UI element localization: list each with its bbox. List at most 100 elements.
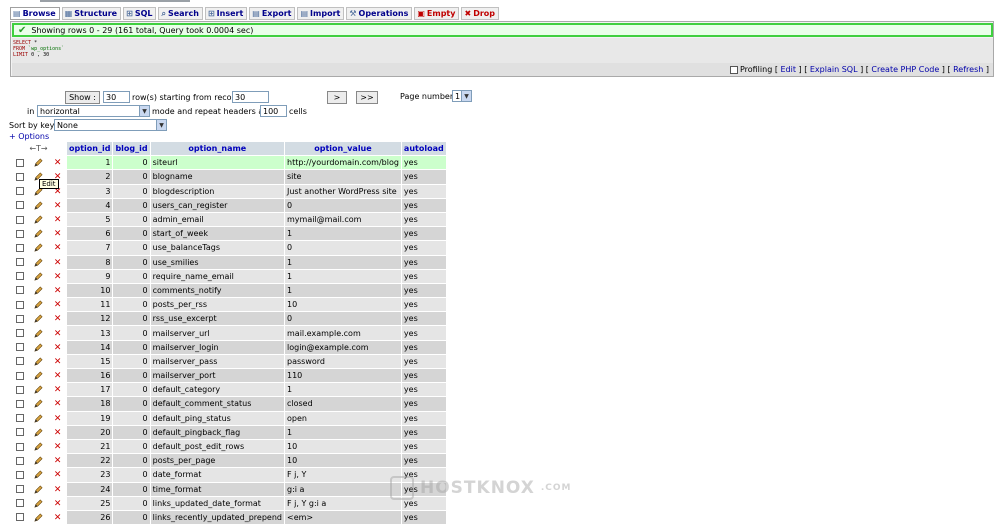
row-checkbox[interactable] (15, 442, 24, 451)
table-row[interactable]: ✕ 21 0 default_post_edit_rows 10 yes (11, 439, 446, 454)
table-row[interactable]: ✕ 26 0 links_recently_updated_prepend <em> ye… (11, 510, 446, 525)
tab-browse[interactable]: ▤ Browse (10, 7, 60, 20)
repeat-headers-input[interactable]: 100 (260, 105, 287, 117)
pencil-icon[interactable] (34, 499, 43, 508)
row-checkbox[interactable] (15, 513, 24, 522)
column-nav-arrows[interactable]: ←T→ (11, 142, 66, 156)
tab-export[interactable]: ▤ Export (249, 7, 296, 20)
table-row[interactable]: ✕ 14 0 mailserver_login login@example.com yes (11, 340, 446, 354)
delete-icon[interactable]: ✕ (54, 442, 62, 452)
row-checkbox[interactable] (15, 215, 24, 224)
row-checkbox[interactable] (15, 314, 24, 323)
row-checkbox[interactable] (15, 343, 24, 352)
delete-icon[interactable]: ✕ (54, 215, 62, 225)
row-checkbox[interactable] (15, 485, 24, 494)
table-row[interactable]: ✕ 9 0 require_name_email 1 yes (11, 269, 446, 283)
table-row[interactable]: ✕ 13 0 mailserver_url mail.example.com yes (11, 326, 446, 340)
table-row[interactable]: ✕ 8 0 use_smilies 1 yes (11, 255, 446, 269)
row-checkbox[interactable] (15, 385, 24, 394)
pencil-icon[interactable] (34, 456, 43, 465)
pencil-icon[interactable] (34, 328, 43, 338)
delete-icon[interactable]: ✕ (54, 428, 62, 438)
table-row[interactable]: ✕ 3 0 blogdescription Just another WordPress… (11, 184, 446, 198)
pencil-icon[interactable] (34, 371, 43, 380)
table-row[interactable]: ✕ 11 0 posts_per_rss 10 yes (11, 298, 446, 312)
pencil-icon[interactable] (34, 399, 43, 409)
row-checkbox[interactable] (15, 357, 24, 366)
table-row[interactable]: ✕ 17 0 default_category 1 yes (11, 383, 446, 397)
refresh-link[interactable]: Refresh (953, 65, 983, 74)
row-checkbox[interactable] (15, 158, 24, 167)
tab-operations[interactable]: ⚒ Operations (346, 7, 413, 20)
table-row[interactable]: ✕ 16 0 mailserver_port 110 yes (11, 369, 446, 383)
table-row[interactable]: ✕ 15 0 mailserver_pass password yes (11, 354, 446, 368)
table-row[interactable]: ✕ 6 0 start_of_week 1 yes (11, 227, 446, 241)
delete-icon[interactable]: ✕ (54, 371, 62, 381)
delete-icon[interactable]: ✕ (54, 470, 62, 480)
row-checkbox[interactable] (15, 258, 24, 267)
delete-icon[interactable]: ✕ (54, 258, 62, 268)
pencil-icon[interactable] (34, 314, 43, 323)
pencil-icon[interactable] (34, 385, 43, 394)
delete-icon[interactable]: ✕ (54, 485, 62, 495)
pencil-icon[interactable] (34, 229, 43, 238)
profiling-checkbox[interactable] (729, 65, 738, 74)
row-checkbox[interactable] (15, 229, 24, 238)
start-record-input[interactable]: 30 (232, 91, 269, 103)
sort-key-select[interactable]: None ▼ (54, 119, 167, 131)
options-link[interactable]: + Options (9, 132, 49, 141)
row-checkbox[interactable] (15, 272, 24, 281)
row-checkbox[interactable] (15, 286, 24, 295)
pencil-icon[interactable] (34, 357, 43, 366)
pencil-icon[interactable] (34, 215, 43, 224)
delete-icon[interactable]: ✕ (54, 385, 62, 395)
table-row[interactable]: ✕ 12 0 rss_use_excerpt 0 yes (11, 312, 446, 326)
tab-sql[interactable]: ⊞ SQL (123, 7, 157, 20)
header-option-value[interactable]: option_value (285, 142, 401, 156)
pencil-icon[interactable] (34, 158, 43, 167)
tab-import[interactable]: ▤ Import (297, 7, 345, 20)
rows-count-input[interactable]: 30 (103, 91, 130, 103)
delete-icon[interactable]: ✕ (54, 357, 62, 367)
table-row[interactable]: ✕ 5 0 admin_email mymail@mail.com yes (11, 212, 446, 227)
delete-icon[interactable]: ✕ (54, 158, 62, 168)
table-row[interactable]: ✕ 7 0 use_balanceTags 0 yes (11, 241, 446, 255)
row-checkbox[interactable] (15, 187, 24, 196)
row-checkbox[interactable] (15, 399, 24, 408)
display-mode-select[interactable]: horizontal ▼ (37, 105, 150, 117)
pencil-icon[interactable] (34, 201, 43, 210)
row-checkbox[interactable] (15, 414, 24, 423)
row-checkbox[interactable] (15, 201, 24, 210)
row-checkbox[interactable] (15, 371, 24, 380)
table-row[interactable]: ✕ 1 0 siteurl http://yourdomain.com/blog yes (11, 156, 446, 170)
last-page-button[interactable]: >> (356, 91, 378, 104)
table-row[interactable]: ✕ 19 0 default_ping_status open yes (11, 411, 446, 425)
tab-insert[interactable]: ⊞ Insert (204, 7, 248, 20)
table-row[interactable]: ✕ 4 0 users_can_register 0 yes (11, 198, 446, 212)
pencil-icon[interactable] (34, 470, 43, 480)
pencil-icon[interactable] (34, 428, 43, 437)
header-blog-id[interactable]: blog_id (113, 142, 150, 156)
pencil-icon[interactable] (34, 442, 43, 451)
delete-icon[interactable]: ✕ (54, 513, 62, 523)
row-checkbox[interactable] (15, 172, 24, 181)
next-page-button[interactable]: > (327, 91, 347, 104)
tab-drop[interactable]: ✖ Drop (461, 7, 499, 20)
tab-empty[interactable]: ▣ Empty (414, 7, 460, 20)
header-option-name[interactable]: option_name (150, 142, 284, 156)
header-option-id[interactable]: option_id (67, 142, 113, 156)
table-row[interactable]: ✕ 20 0 default_pingback_flag 1 yes (11, 425, 446, 439)
delete-icon[interactable]: ✕ (54, 329, 62, 339)
pencil-icon[interactable] (34, 414, 43, 423)
row-checkbox[interactable] (15, 300, 24, 309)
table-row[interactable]: ✕ 10 0 comments_notify 1 yes (11, 283, 446, 298)
row-checkbox[interactable] (15, 329, 24, 338)
table-row[interactable]: ✕ 24 0 time_format g:i a yes (11, 482, 446, 496)
delete-icon[interactable]: ✕ (54, 243, 62, 253)
edit-sql-link[interactable]: Edit (781, 65, 797, 74)
delete-icon[interactable]: ✕ (54, 300, 62, 310)
delete-icon[interactable]: ✕ (54, 399, 62, 409)
table-row[interactable]: ✕ 22 0 posts_per_page 10 yes (11, 454, 446, 468)
tab-search[interactable]: ⌕ Search (158, 7, 203, 20)
tab-structure[interactable]: ▦ Structure (61, 7, 122, 20)
